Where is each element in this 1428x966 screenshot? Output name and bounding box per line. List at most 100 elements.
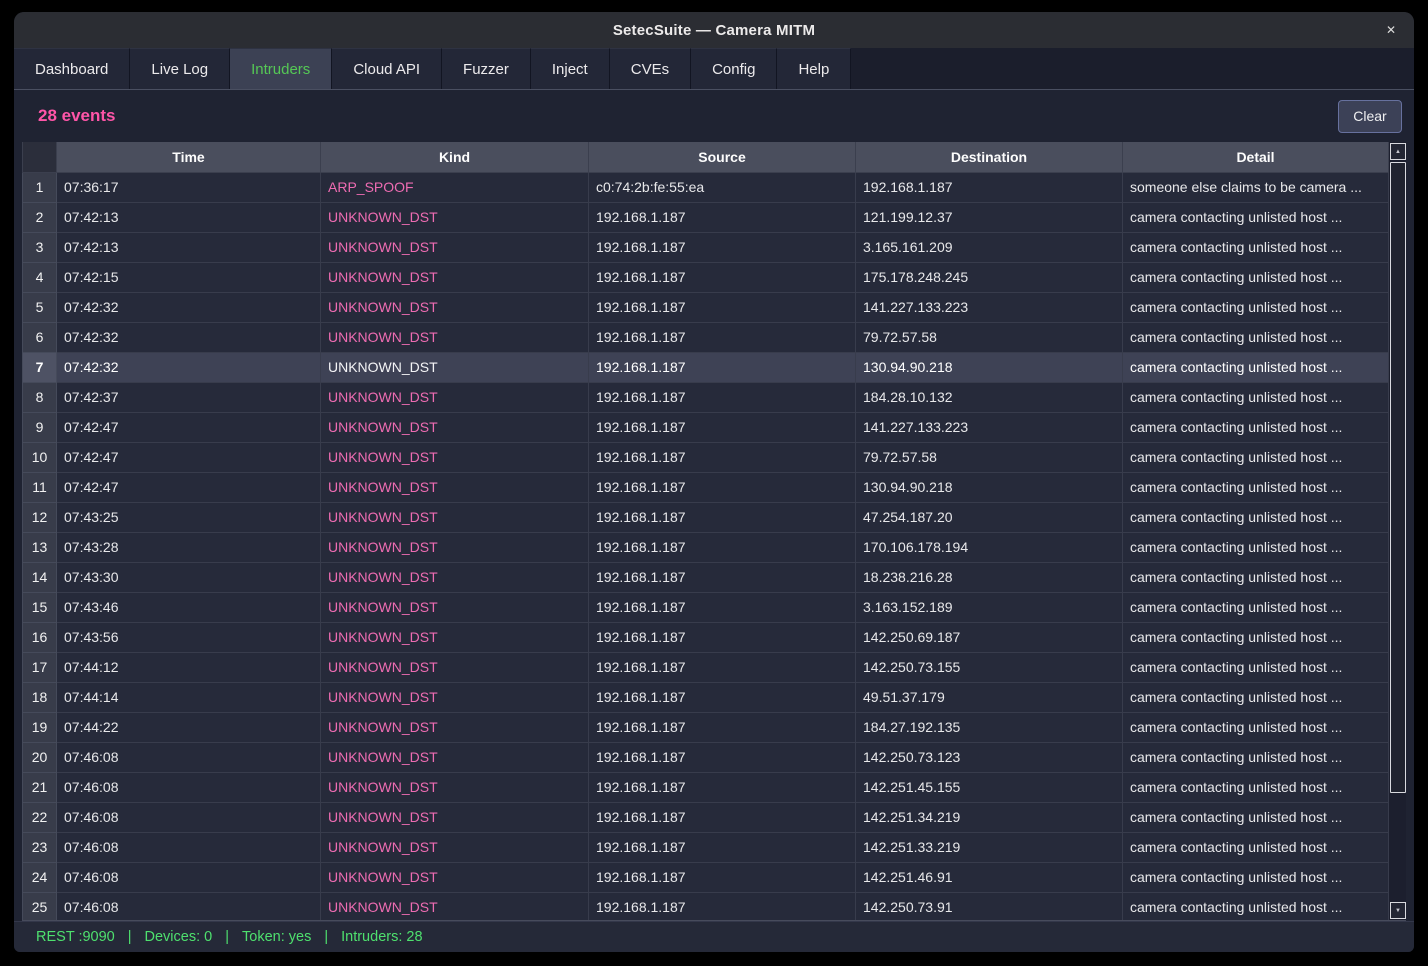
cell-detail[interactable]: camera contacting unlisted host ... — [1123, 832, 1389, 862]
cell-detail[interactable]: camera contacting unlisted host ... — [1123, 742, 1389, 772]
cell-destination[interactable]: 130.94.90.218 — [856, 472, 1123, 502]
cell-detail[interactable]: camera contacting unlisted host ... — [1123, 892, 1389, 921]
cell-destination[interactable]: 142.250.73.123 — [856, 742, 1123, 772]
cell-source[interactable]: 192.168.1.187 — [589, 742, 856, 772]
cell-kind[interactable]: UNKNOWN_DST — [321, 712, 589, 742]
column-header-destination[interactable]: Destination — [856, 142, 1123, 172]
cell-kind[interactable]: UNKNOWN_DST — [321, 592, 589, 622]
cell-kind[interactable]: UNKNOWN_DST — [321, 352, 589, 382]
cell-source[interactable]: 192.168.1.187 — [589, 502, 856, 532]
cell-destination[interactable]: 142.251.45.155 — [856, 772, 1123, 802]
cell-time[interactable]: 07:43:28 — [57, 532, 321, 562]
cell-source[interactable]: 192.168.1.187 — [589, 412, 856, 442]
cell-detail[interactable]: camera contacting unlisted host ... — [1123, 592, 1389, 622]
cell-detail[interactable]: camera contacting unlisted host ... — [1123, 442, 1389, 472]
event-row[interactable]: 2107:46:08UNKNOWN_DST192.168.1.187142.25… — [23, 772, 1389, 802]
cell-source[interactable]: 192.168.1.187 — [589, 352, 856, 382]
cell-source[interactable]: 192.168.1.187 — [589, 232, 856, 262]
cell-source[interactable]: 192.168.1.187 — [589, 532, 856, 562]
cell-detail[interactable]: camera contacting unlisted host ... — [1123, 322, 1389, 352]
cell-time[interactable]: 07:42:32 — [57, 292, 321, 322]
column-header-kind[interactable]: Kind — [321, 142, 589, 172]
cell-kind[interactable]: UNKNOWN_DST — [321, 772, 589, 802]
cell-source[interactable]: 192.168.1.187 — [589, 862, 856, 892]
event-row[interactable]: 1407:43:30UNKNOWN_DST192.168.1.18718.238… — [23, 562, 1389, 592]
tab-fuzzer[interactable]: Fuzzer — [442, 48, 531, 89]
cell-detail[interactable]: camera contacting unlisted host ... — [1123, 502, 1389, 532]
cell-time[interactable]: 07:46:08 — [57, 892, 321, 921]
cell-kind[interactable]: UNKNOWN_DST — [321, 682, 589, 712]
cell-detail[interactable]: camera contacting unlisted host ... — [1123, 412, 1389, 442]
scrollbar-up-button[interactable]: ▲ — [1390, 143, 1406, 160]
cell-time[interactable]: 07:46:08 — [57, 802, 321, 832]
event-row[interactable]: 2007:46:08UNKNOWN_DST192.168.1.187142.25… — [23, 742, 1389, 772]
cell-kind[interactable]: UNKNOWN_DST — [321, 562, 589, 592]
cell-detail[interactable]: camera contacting unlisted host ... — [1123, 532, 1389, 562]
event-row[interactable]: 2507:46:08UNKNOWN_DST192.168.1.187142.25… — [23, 892, 1389, 921]
cell-time[interactable]: 07:46:08 — [57, 772, 321, 802]
event-row[interactable]: 1807:44:14UNKNOWN_DST192.168.1.18749.51.… — [23, 682, 1389, 712]
cell-kind[interactable]: UNKNOWN_DST — [321, 232, 589, 262]
cell-time[interactable]: 07:46:08 — [57, 862, 321, 892]
clear-button[interactable]: Clear — [1338, 100, 1402, 133]
cell-detail[interactable]: camera contacting unlisted host ... — [1123, 682, 1389, 712]
event-row[interactable]: 1207:43:25UNKNOWN_DST192.168.1.18747.254… — [23, 502, 1389, 532]
cell-destination[interactable]: 175.178.248.245 — [856, 262, 1123, 292]
cell-kind[interactable]: UNKNOWN_DST — [321, 742, 589, 772]
tab-inject[interactable]: Inject — [531, 48, 610, 89]
event-row[interactable]: 1607:43:56UNKNOWN_DST192.168.1.187142.25… — [23, 622, 1389, 652]
cell-source[interactable]: 192.168.1.187 — [589, 472, 856, 502]
event-row[interactable]: 1007:42:47UNKNOWN_DST192.168.1.18779.72.… — [23, 442, 1389, 472]
cell-source[interactable]: 192.168.1.187 — [589, 832, 856, 862]
cell-destination[interactable]: 142.251.33.219 — [856, 832, 1123, 862]
cell-detail[interactable]: camera contacting unlisted host ... — [1123, 562, 1389, 592]
event-row[interactable]: 1107:42:47UNKNOWN_DST192.168.1.187130.94… — [23, 472, 1389, 502]
cell-detail[interactable]: camera contacting unlisted host ... — [1123, 622, 1389, 652]
event-row[interactable]: 407:42:15UNKNOWN_DST192.168.1.187175.178… — [23, 262, 1389, 292]
cell-destination[interactable]: 184.27.192.135 — [856, 712, 1123, 742]
cell-detail[interactable]: camera contacting unlisted host ... — [1123, 232, 1389, 262]
cell-kind[interactable]: UNKNOWN_DST — [321, 622, 589, 652]
cell-detail[interactable]: camera contacting unlisted host ... — [1123, 802, 1389, 832]
event-row[interactable]: 607:42:32UNKNOWN_DST192.168.1.18779.72.5… — [23, 322, 1389, 352]
event-row[interactable]: 2407:46:08UNKNOWN_DST192.168.1.187142.25… — [23, 862, 1389, 892]
cell-kind[interactable]: ARP_SPOOF — [321, 172, 589, 202]
cell-source[interactable]: 192.168.1.187 — [589, 802, 856, 832]
cell-kind[interactable]: UNKNOWN_DST — [321, 382, 589, 412]
cell-kind[interactable]: UNKNOWN_DST — [321, 652, 589, 682]
cell-time[interactable]: 07:43:56 — [57, 622, 321, 652]
cell-time[interactable]: 07:36:17 — [57, 172, 321, 202]
tab-live-log[interactable]: Live Log — [130, 48, 230, 89]
cell-time[interactable]: 07:43:46 — [57, 592, 321, 622]
tab-cloud-api[interactable]: Cloud API — [332, 48, 442, 89]
cell-destination[interactable]: 18.238.216.28 — [856, 562, 1123, 592]
scrollbar-down-button[interactable]: ▼ — [1390, 902, 1406, 919]
cell-time[interactable]: 07:46:08 — [57, 742, 321, 772]
event-row[interactable]: 2207:46:08UNKNOWN_DST192.168.1.187142.25… — [23, 802, 1389, 832]
cell-destination[interactable]: 184.28.10.132 — [856, 382, 1123, 412]
cell-detail[interactable]: camera contacting unlisted host ... — [1123, 292, 1389, 322]
cell-kind[interactable]: UNKNOWN_DST — [321, 292, 589, 322]
cell-source[interactable]: 192.168.1.187 — [589, 592, 856, 622]
tab-intruders[interactable]: Intruders — [230, 48, 332, 89]
event-row[interactable]: 207:42:13UNKNOWN_DST192.168.1.187121.199… — [23, 202, 1389, 232]
cell-detail[interactable]: camera contacting unlisted host ... — [1123, 202, 1389, 232]
cell-source[interactable]: 192.168.1.187 — [589, 772, 856, 802]
cell-destination[interactable]: 130.94.90.218 — [856, 352, 1123, 382]
cell-destination[interactable]: 121.199.12.37 — [856, 202, 1123, 232]
scrollbar-track[interactable] — [1390, 161, 1406, 901]
event-row[interactable]: 707:42:32UNKNOWN_DST192.168.1.187130.94.… — [23, 352, 1389, 382]
cell-time[interactable]: 07:42:13 — [57, 202, 321, 232]
cell-detail[interactable]: camera contacting unlisted host ... — [1123, 712, 1389, 742]
event-row[interactable]: 1507:43:46UNKNOWN_DST192.168.1.1873.163.… — [23, 592, 1389, 622]
cell-detail[interactable]: camera contacting unlisted host ... — [1123, 352, 1389, 382]
cell-time[interactable]: 07:42:47 — [57, 442, 321, 472]
cell-destination[interactable]: 141.227.133.223 — [856, 292, 1123, 322]
cell-detail[interactable]: someone else claims to be camera ... — [1123, 172, 1389, 202]
tab-config[interactable]: Config — [691, 48, 777, 89]
cell-destination[interactable]: 141.227.133.223 — [856, 412, 1123, 442]
event-row[interactable]: 1307:43:28UNKNOWN_DST192.168.1.187170.10… — [23, 532, 1389, 562]
scrollbar-thumb[interactable] — [1390, 162, 1406, 793]
column-header-time[interactable]: Time — [57, 142, 321, 172]
cell-kind[interactable]: UNKNOWN_DST — [321, 802, 589, 832]
